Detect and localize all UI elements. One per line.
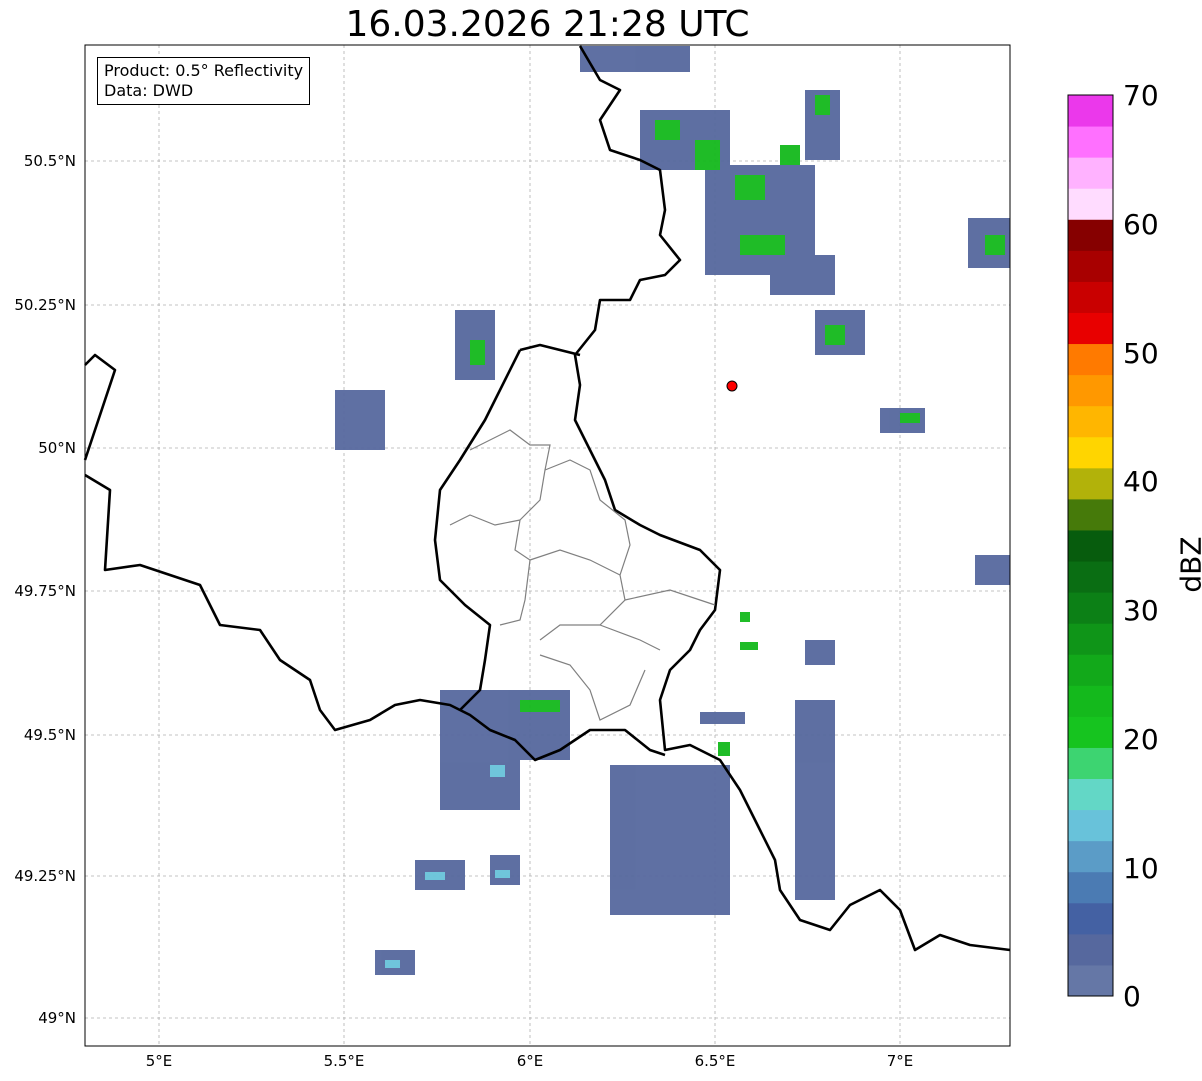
colorbar-segment: [1068, 685, 1113, 717]
product-label: Product: 0.5° Reflectivity: [104, 61, 304, 80]
radar-site-icon: [726, 380, 738, 392]
echo-cluster-north: [335, 46, 1010, 450]
y-tick: 49°N: [38, 1009, 76, 1027]
y-tick: 50.5°N: [23, 152, 76, 170]
colorbar-segment: [1068, 623, 1113, 655]
colorbar-segment: [1068, 95, 1113, 127]
colorbar-segment: [1068, 654, 1113, 686]
colorbar-segment: [1068, 561, 1113, 593]
colorbar-segment: [1068, 529, 1113, 562]
colorbar: [1068, 95, 1113, 997]
map-figure: [83, 44, 1114, 1047]
colorbar-segment: [1068, 126, 1113, 158]
colorbar-segment: [1068, 467, 1113, 500]
colorbar-segment: [1068, 592, 1113, 624]
y-tick: 49.75°N: [14, 582, 76, 600]
colorbar-segment: [1068, 871, 1113, 904]
y-tick: 49.25°N: [14, 867, 76, 885]
colorbar-tick: 60: [1123, 208, 1159, 241]
colorbar-segment: [1068, 157, 1113, 189]
colorbar-segment: [1068, 250, 1113, 282]
country-borders: [83, 45, 1011, 952]
colorbar-segment: [1068, 809, 1113, 842]
colorbar-tick: 0: [1123, 980, 1141, 1013]
x-tick: 7°E: [886, 1052, 914, 1070]
data-source-label: Data: DWD: [104, 81, 194, 100]
colorbar-tick: 30: [1123, 594, 1159, 627]
x-tick: 6°E: [516, 1052, 544, 1070]
y-tick: 50°N: [38, 439, 76, 457]
y-tick: 49.5°N: [23, 726, 76, 744]
x-tick: 5.5°E: [323, 1052, 365, 1070]
y-tick: 50.25°N: [14, 296, 76, 314]
x-tick: 5°E: [145, 1052, 173, 1070]
colorbar-segment: [1068, 405, 1113, 438]
colorbar-segment: [1068, 374, 1113, 407]
colorbar-segment: [1068, 219, 1113, 251]
colorbar-tick: 40: [1123, 465, 1159, 498]
gridlines: [85, 45, 1010, 1046]
colorbar-segment: [1068, 778, 1113, 811]
map-title: 16.03.2026 21:28 UTC: [345, 4, 750, 45]
colorbar-segment: [1068, 840, 1113, 873]
colorbar-segment: [1068, 747, 1113, 780]
colorbar-segment: [1068, 436, 1113, 469]
colorbar-segment: [1068, 498, 1113, 531]
colorbar-segment: [1068, 964, 1113, 997]
admin-borders: [449, 429, 716, 721]
radar-echoes: [335, 46, 1010, 975]
colorbar-tick: 10: [1123, 852, 1159, 885]
colorbar-segment: [1068, 281, 1113, 313]
colorbar-unit-label: dBZ: [1174, 536, 1202, 593]
colorbar-segment: [1068, 188, 1113, 220]
x-tick: 6.5°E: [694, 1052, 736, 1070]
colorbar-segment: [1068, 902, 1113, 935]
info-box: Product: 0.5° Reflectivity Data: DWD: [97, 57, 311, 105]
map-frame: [84, 44, 1011, 1047]
colorbar-tick: 70: [1123, 79, 1159, 112]
colorbar-segment: [1068, 716, 1113, 748]
colorbar-tick: 20: [1123, 723, 1159, 756]
echo-cluster-south: [375, 555, 1010, 975]
colorbar-tick: 50: [1123, 337, 1159, 370]
colorbar-segment: [1068, 933, 1113, 966]
colorbar-segment: [1068, 312, 1113, 345]
colorbar-segment: [1068, 343, 1113, 376]
